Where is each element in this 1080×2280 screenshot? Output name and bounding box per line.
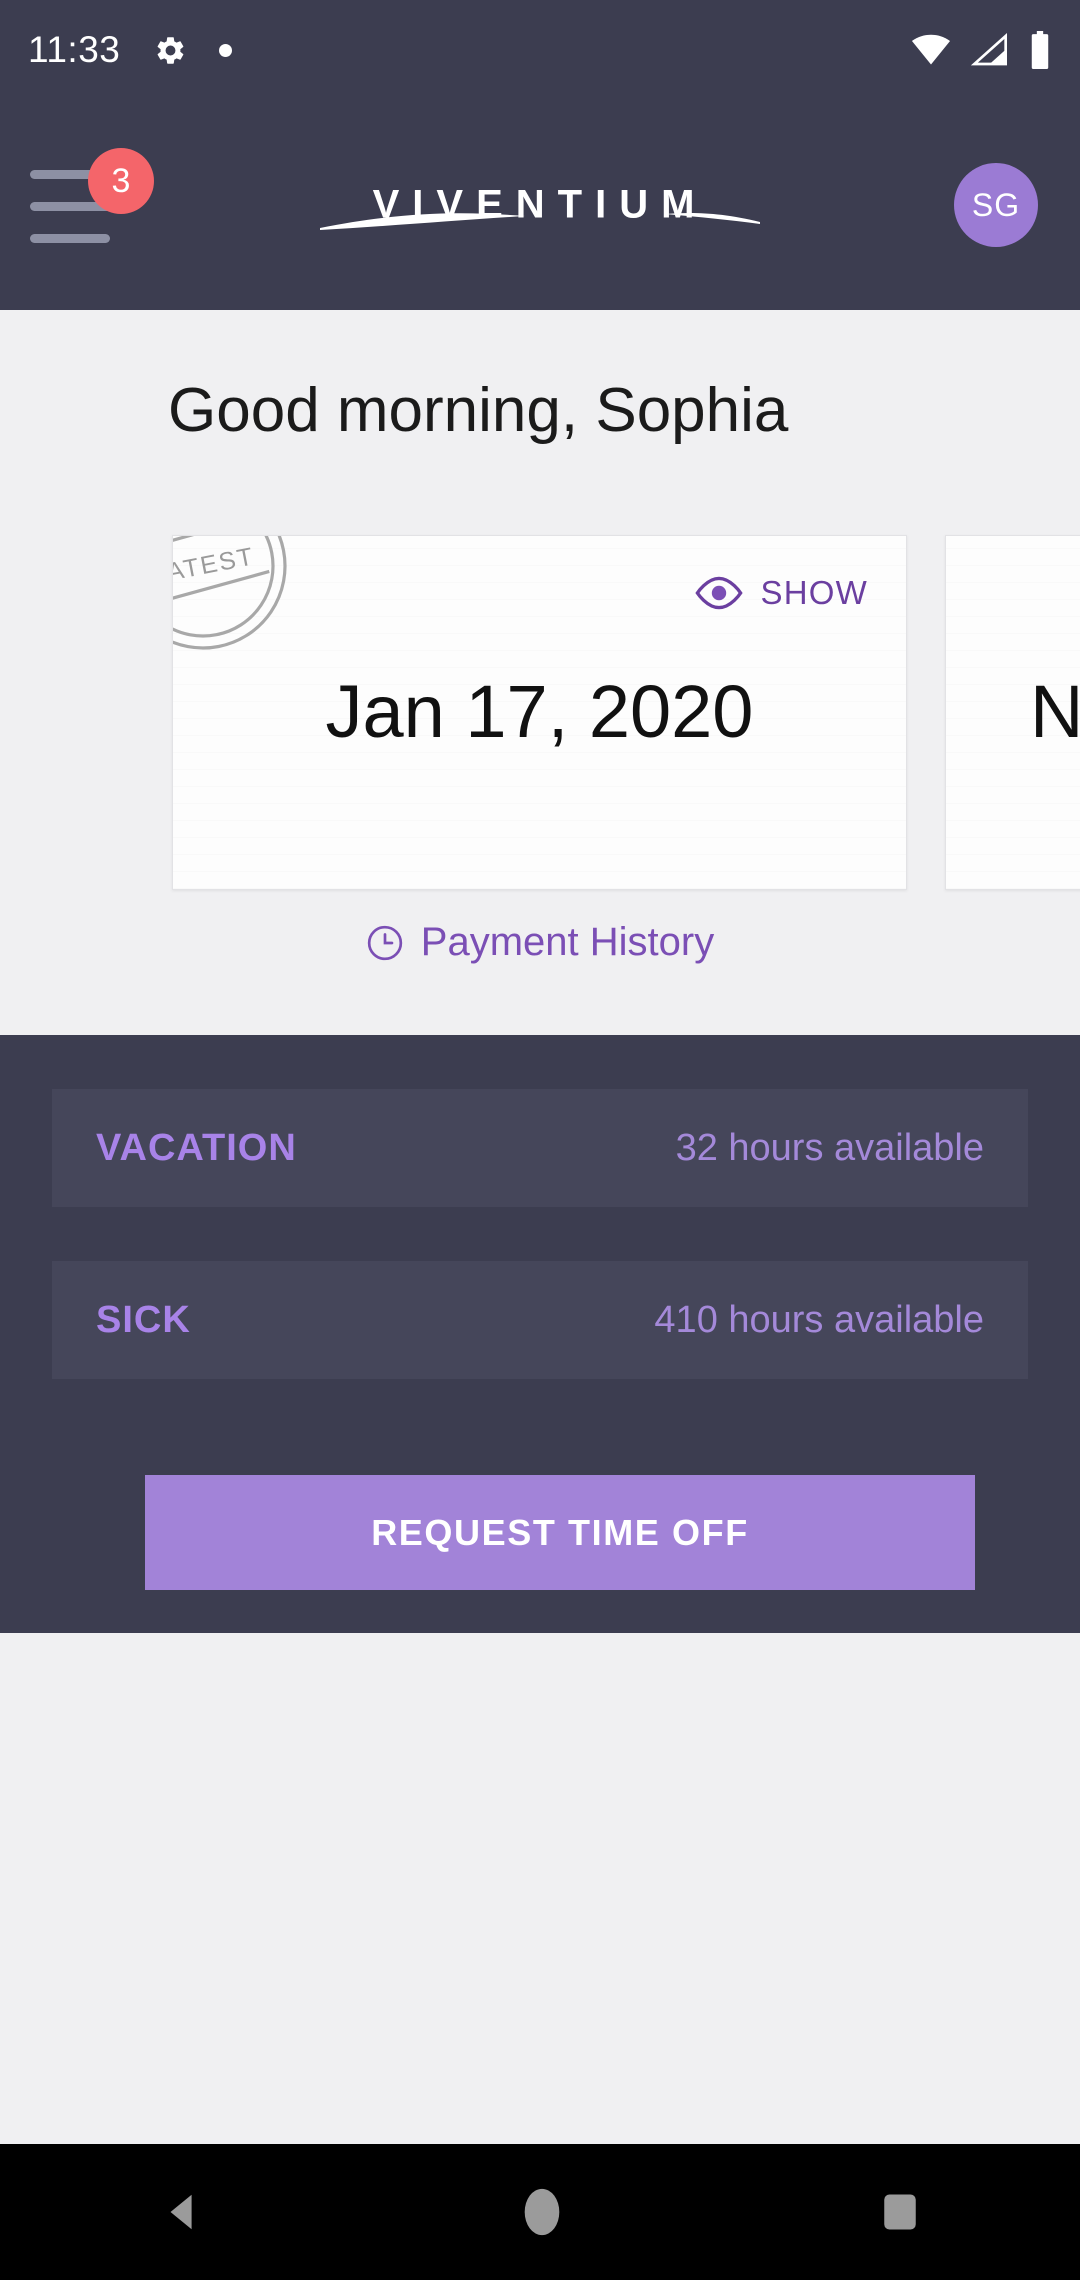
pay-card-latest[interactable]: LATEST SHOW Jan 17, 2020 [172, 535, 907, 890]
android-nav-bar [0, 2144, 1080, 2280]
latest-stamp-icon: LATEST [172, 536, 309, 672]
time-off-row-vacation[interactable]: VACATION 32 hours available [52, 1089, 1028, 1207]
time-off-section: VACATION 32 hours available SICK 410 hou… [0, 1035, 1080, 1633]
status-bar-right-icons [910, 31, 1052, 69]
logo-text: VIVENTIUM [372, 182, 708, 227]
app-screen: 11:33 3 VIVENTIUM SG Good morning, Sophi… [0, 0, 1080, 2280]
pay-date: Jan 17, 2020 [325, 670, 754, 753]
wifi-icon [911, 34, 951, 65]
payment-history-label: Payment History [420, 920, 715, 964]
pay-date-next: N [1030, 670, 1080, 753]
latest-stamp-label: LATEST [172, 541, 257, 590]
hamburger-menu-icon[interactable]: 3 [30, 148, 154, 250]
payment-history-link[interactable]: Payment History [0, 920, 1080, 965]
request-time-off-button[interactable]: REQUEST TIME OFF [145, 1475, 975, 1590]
show-amount-button[interactable]: SHOW [693, 574, 868, 612]
avatar[interactable]: SG [954, 163, 1038, 247]
gear-icon [157, 36, 184, 64]
clock-icon [367, 925, 402, 960]
recents-square-icon[interactable] [879, 2191, 921, 2233]
hamburger-bar-3 [30, 234, 110, 243]
page-title: Good morning, Sophia [168, 376, 789, 445]
pay-card-next[interactable]: N [945, 535, 1080, 890]
cell-signal-icon [970, 33, 1007, 66]
battery-icon [1031, 31, 1049, 69]
notification-badge[interactable]: 3 [88, 148, 154, 214]
time-off-available-label: 410 hours available [654, 1298, 984, 1341]
back-triangle-icon[interactable] [159, 2189, 205, 2235]
status-bar: 11:33 [0, 0, 1080, 100]
time-off-type-label: VACATION [96, 1126, 297, 1169]
time-off-available-label: 32 hours available [675, 1126, 984, 1169]
time-off-row-sick[interactable]: SICK 410 hours available [52, 1261, 1028, 1379]
time-off-type-label: SICK [96, 1298, 191, 1341]
pay-card-carousel[interactable]: LATEST SHOW Jan 17, 2020 N [0, 535, 1080, 890]
home-circle-icon[interactable] [522, 2187, 562, 2237]
app-bar: 3 VIVENTIUM SG [0, 100, 1080, 310]
show-label: SHOW [760, 574, 868, 611]
status-bar-clock: 11:33 [28, 29, 121, 70]
dot-indicator [219, 43, 233, 57]
eye-icon [694, 576, 743, 610]
viventium-logo: VIVENTIUM [320, 160, 760, 250]
